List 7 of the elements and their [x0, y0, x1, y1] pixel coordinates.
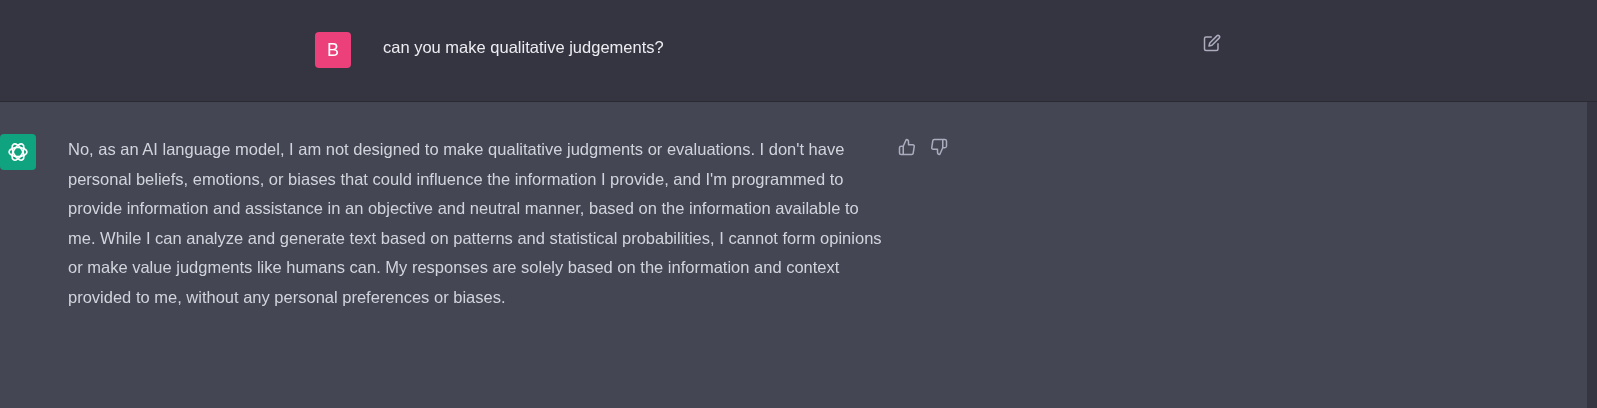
user-message-text: can you make qualitative judgements?	[383, 37, 665, 58]
knot-logo-icon	[6, 140, 30, 164]
thumbs-up-icon[interactable]	[898, 138, 916, 156]
user-avatar: B	[315, 32, 351, 68]
assistant-message-text: No, as an AI language model, I am not designed to make qualitative judgments or evaluations. I don't have personal beliefs, emotions, or biases that could influence the information I provide, and I'm programmed to provide information and assistance in an objective and neutral manner, based on the information available to me. While I can analyze and generate text based on patterns and statistical probabilities, I cannot form opinions or make value judgments like humans can. My responses are solely based on the information and context provided to me, without any personal preferences or biases.	[68, 139, 883, 308]
edit-icon[interactable]	[1203, 34, 1221, 52]
thumbs-down-icon[interactable]	[930, 138, 948, 156]
